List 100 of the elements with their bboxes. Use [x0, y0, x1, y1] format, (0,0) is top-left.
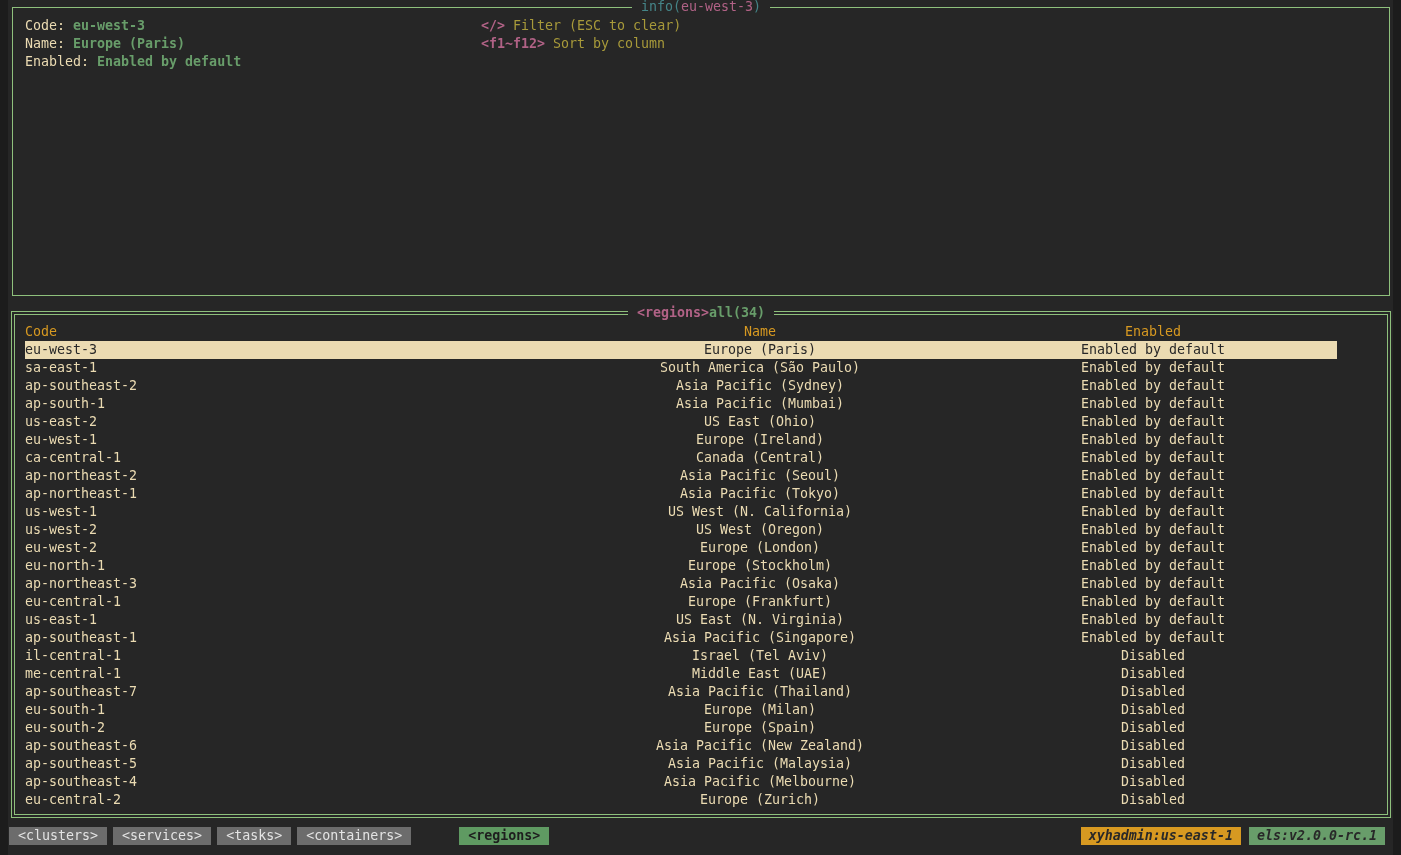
table-cell: ap-southeast-4	[25, 773, 138, 791]
table-cell: ap-southeast-5	[25, 755, 138, 773]
table-cell: us-east-2	[25, 413, 98, 431]
table-cell: Disabled	[1120, 647, 1185, 665]
shortcut-key: <f1~f12>	[481, 35, 546, 53]
table-cell: Europe (Frankfurt)	[687, 593, 833, 611]
table-row[interactable]: ap-southeast-5 Asia Pacific (Malaysia) Disabled	[25, 755, 1337, 773]
table-cell: Disabled	[1120, 773, 1185, 791]
tab[interactable]: <containers>	[297, 827, 412, 845]
table-cell: Disabled	[1120, 701, 1185, 719]
shortcut-key: </>	[481, 17, 506, 35]
table-row[interactable]: ap-southeast-6 Asia Pacific (New Zealand) Disabled	[25, 737, 1337, 755]
table-cell: Europe (Stockholm)	[687, 557, 833, 575]
table-cell: Asia Pacific (Mumbai)	[675, 395, 845, 413]
table-cell: ap-southeast-2	[25, 377, 138, 395]
table-row[interactable]: ap-southeast-4 Asia Pacific (Melbourne) Disabled	[25, 773, 1337, 791]
table-row[interactable]: sa-east-1 South America (São Paulo) Enabled by default	[25, 359, 1337, 377]
field-value: eu-west-3	[73, 17, 146, 35]
tab[interactable]: <tasks>	[217, 827, 292, 845]
table-cell: Europe (London)	[699, 539, 821, 557]
table-row[interactable]: eu-west-1 Europe (Ireland) Enabled by default	[25, 431, 1337, 449]
table-cell: Enabled by default	[1080, 593, 1226, 611]
table-cell: Enabled by default	[1080, 431, 1226, 449]
table-cell: Enabled by default	[1080, 449, 1226, 467]
table-cell: eu-south-2	[25, 719, 106, 737]
profile-tag: xyhadmin:us-east-1	[1080, 827, 1241, 845]
table-cell: Europe (Paris)	[703, 341, 817, 359]
table-row[interactable]: ap-south-1 Asia Pacific (Mumbai) Enabled by default	[25, 395, 1337, 413]
table-cell: Enabled by default	[1080, 539, 1226, 557]
table-cell: me-central-1	[25, 665, 122, 683]
field-label: Enabled:	[25, 53, 90, 71]
panel-title: <regions>all(34)	[636, 305, 766, 320]
table-cell: Asia Pacific (Sydney)	[675, 377, 845, 395]
table-cell: Enabled by default	[1080, 359, 1226, 377]
table-cell: Asia Pacific (Singapore)	[663, 629, 857, 647]
table-row[interactable]: il-central-1 Israel (Tel Aviv) Disabled	[25, 647, 1337, 665]
table-cell: Europe (Spain)	[703, 719, 817, 737]
table-cell: Disabled	[1120, 737, 1185, 755]
table-cell: Enabled by default	[1080, 503, 1226, 521]
table-cell: ap-southeast-6	[25, 737, 138, 755]
table-cell: US East (N. Virginia)	[675, 611, 845, 629]
table-cell: eu-central-2	[25, 791, 122, 809]
table-cell: eu-north-1	[25, 557, 106, 575]
table-row[interactable]: eu-west-3 Europe (Paris) Enabled by default	[25, 341, 1337, 359]
table-cell: Enabled by default	[1080, 611, 1226, 629]
table-row[interactable]: ap-northeast-3 Asia Pacific (Osaka) Enabled by default	[25, 575, 1337, 593]
tab[interactable]: <regions>	[459, 827, 550, 845]
table-cell: US West (N. California)	[667, 503, 853, 521]
column-header: Name	[744, 323, 776, 341]
table-cell: eu-central-1	[25, 593, 122, 611]
table-row[interactable]: us-west-1 US West (N. California) Enabled by default	[25, 503, 1337, 521]
table-row[interactable]: eu-south-1 Europe (Milan) Disabled	[25, 701, 1337, 719]
table-row[interactable]: eu-north-1 Europe (Stockholm) Enabled by default	[25, 557, 1337, 575]
table-cell: eu-south-1	[25, 701, 106, 719]
column-header: Enabled	[1124, 323, 1181, 341]
table-cell: South America (São Paulo)	[659, 359, 861, 377]
table-row[interactable]: eu-south-2 Europe (Spain) Disabled	[25, 719, 1337, 737]
table-cell: Asia Pacific (Seoul)	[679, 467, 841, 485]
table-cell: ap-northeast-2	[25, 467, 138, 485]
table-row[interactable]: us-east-1 US East (N. Virginia) Enabled by default	[25, 611, 1337, 629]
table-cell: Disabled	[1120, 755, 1185, 773]
table-cell: Disabled	[1120, 665, 1185, 683]
tab[interactable]: <clusters>	[9, 827, 108, 845]
table-row[interactable]: me-central-1 Middle East (UAE) Disabled	[25, 665, 1337, 683]
table-cell: ap-south-1	[25, 395, 106, 413]
table-row[interactable]: us-west-2 US West (Oregon) Enabled by default	[25, 521, 1337, 539]
table-row[interactable]: ap-southeast-2 Asia Pacific (Sydney) Enabled by default	[25, 377, 1337, 395]
table-cell: Enabled by default	[1080, 485, 1226, 503]
table-cell: sa-east-1	[25, 359, 98, 377]
table-cell: ap-southeast-1	[25, 629, 138, 647]
table-row[interactable]: ap-northeast-2 Asia Pacific (Seoul) Enabled by default	[25, 467, 1337, 485]
table-cell: Enabled by default	[1080, 413, 1226, 431]
table-cell: ca-central-1	[25, 449, 122, 467]
table-cell: US East (Ohio)	[703, 413, 817, 431]
table-row[interactable]: ap-northeast-1 Asia Pacific (Tokyo) Enabled by default	[25, 485, 1337, 503]
table-row[interactable]: ap-southeast-7 Asia Pacific (Thailand) Disabled	[25, 683, 1337, 701]
tab[interactable]: <services>	[113, 827, 212, 845]
table-cell: ap-northeast-1	[25, 485, 138, 503]
column-header: Code	[25, 323, 58, 341]
table-cell: us-west-2	[25, 521, 98, 539]
table-cell: Enabled by default	[1080, 395, 1226, 413]
table-row[interactable]: eu-central-1 Europe (Frankfurt) Enabled by default	[25, 593, 1337, 611]
table-cell: Disabled	[1120, 719, 1185, 737]
table-cell: Disabled	[1120, 791, 1185, 809]
table-cell: Disabled	[1120, 683, 1185, 701]
table-cell: Asia Pacific (Osaka)	[679, 575, 841, 593]
table-row[interactable]: ca-central-1 Canada (Central) Enabled by default	[25, 449, 1337, 467]
table-cell: Israel (Tel Aviv)	[691, 647, 829, 665]
table-cell: Europe (Zurich)	[699, 791, 821, 809]
table-cell: us-east-1	[25, 611, 98, 629]
table-cell: Asia Pacific (Tokyo)	[679, 485, 841, 503]
table-cell: Canada (Central)	[695, 449, 825, 467]
table-row[interactable]: ap-southeast-1 Asia Pacific (Singapore) Enabled by default	[25, 629, 1337, 647]
table-cell: Asia Pacific (Melbourne)	[663, 773, 857, 791]
field-value: Enabled by default	[97, 53, 242, 71]
table-row[interactable]: us-east-2 US East (Ohio) Enabled by default	[25, 413, 1337, 431]
table-row[interactable]: eu-central-2 Europe (Zurich) Disabled	[25, 791, 1337, 809]
table-row[interactable]: eu-west-2 Europe (London) Enabled by default	[25, 539, 1337, 557]
table-cell: eu-west-1	[25, 431, 98, 449]
table-cell: US West (Oregon)	[695, 521, 825, 539]
